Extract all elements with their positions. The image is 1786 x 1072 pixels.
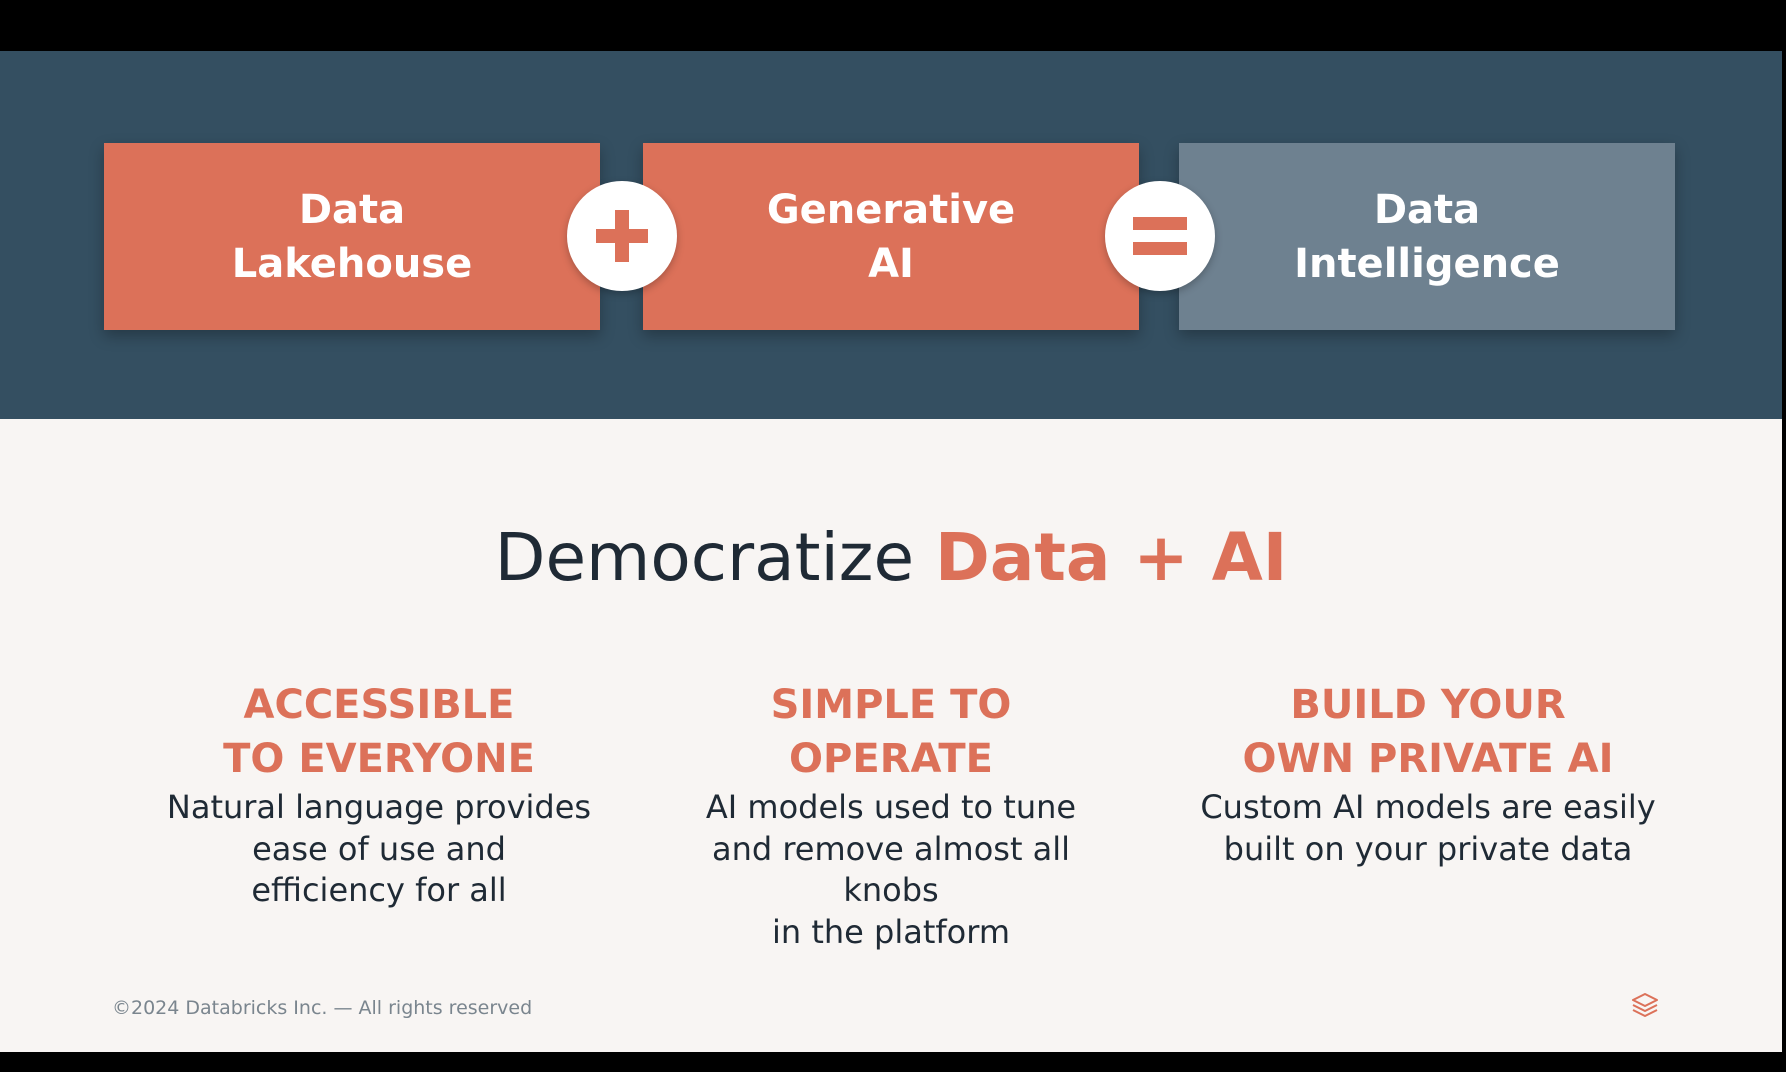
screen-frame: Data Lakehouse Generative AI Data Intell… [0, 0, 1786, 1072]
column-accessible: ACCESSIBLE TO EVERYONE Natural language … [139, 678, 619, 912]
column-description: AI models used to tune and remove almost… [705, 788, 1077, 951]
column-private-ai: BUILD YOUR OWN PRIVATE AI Custom AI mode… [1188, 678, 1668, 870]
equals-icon [1105, 181, 1215, 291]
data-lakehouse-box: Data Lakehouse [104, 143, 600, 330]
column-title: BUILD YOUR OWN PRIVATE AI [1242, 682, 1614, 782]
column-description: Natural language provides ease of use an… [166, 788, 592, 909]
equation-band: Data Lakehouse Generative AI Data Intell… [0, 51, 1782, 419]
headline: Democratize Data + AI [0, 518, 1782, 598]
generative-ai-box: Generative AI [643, 143, 1139, 330]
slide: Data Lakehouse Generative AI Data Intell… [0, 51, 1782, 1052]
column-simple: SIMPLE TO OPERATE AI models used to tune… [651, 678, 1131, 953]
column-title: SIMPLE TO OPERATE [770, 682, 1012, 782]
column-title: ACCESSIBLE TO EVERYONE [223, 682, 535, 782]
plus-icon [567, 181, 677, 291]
copyright-footer: ©2024 Databricks Inc. — All rights reser… [112, 997, 533, 1019]
column-description: Custom AI models are easily built on you… [1200, 788, 1656, 868]
headline-accent: Data + AI [935, 519, 1288, 596]
data-intelligence-box: Data Intelligence [1179, 143, 1675, 330]
databricks-logo-icon [1630, 991, 1660, 1021]
headline-prefix: Democratize [494, 519, 936, 596]
